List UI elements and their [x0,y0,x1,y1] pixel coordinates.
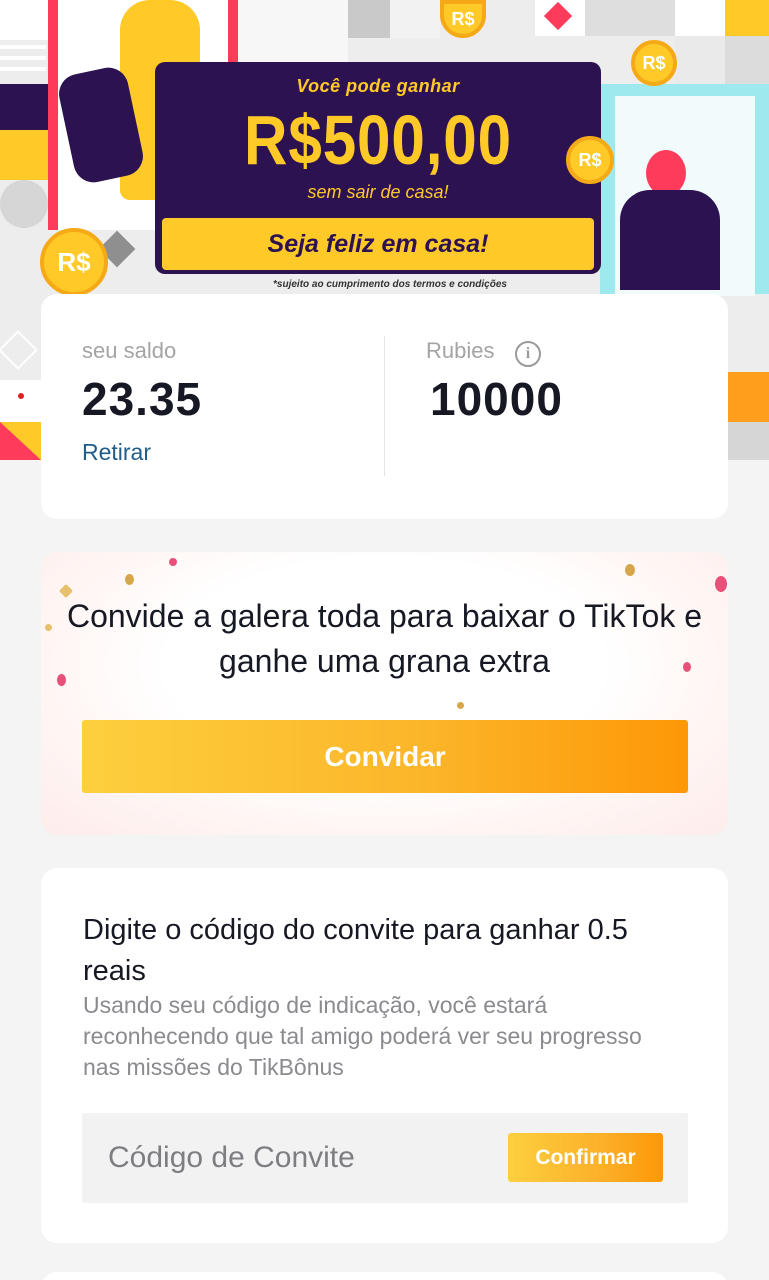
banner-decoration [675,0,725,36]
promo-disclaimer: *sujeito ao cumprimento dos termos e con… [273,279,507,290]
confetti-decoration [125,574,134,585]
rubies-value: 10000 [430,373,563,425]
invite-message: Convide a galera toda para baixar o TikT… [66,598,703,679]
confetti-decoration [457,702,464,709]
confetti-decoration [715,576,727,592]
balance-card: seu saldo 23.35 Retirar Rubies i 10000 [41,294,728,519]
banner-decoration [238,0,348,62]
banner-decoration [585,0,675,36]
banner-decoration [0,0,48,40]
next-card [41,1272,728,1280]
banner-decoration [0,380,41,422]
person-illustration [620,190,720,290]
banner-decoration [675,36,725,84]
coin-icon: R$ [440,0,486,38]
confetti-decoration [625,564,635,576]
coin-icon: R$ [40,228,108,296]
rubies-label: Rubies [426,338,495,363]
withdraw-link[interactable]: Retirar [82,439,151,466]
balance-divider [384,336,385,476]
invite-code-field: Confirmar [82,1113,688,1203]
banner-decoration [725,36,769,84]
invite-code-description: Usando seu código de indicação, você est… [83,992,642,1080]
banner-decoration [0,84,48,130]
banner-decoration [48,0,58,230]
confirm-button[interactable]: Confirmar [508,1133,663,1182]
banner-decoration [0,130,48,180]
banner-decoration [0,180,48,228]
banner-decoration [348,0,390,38]
invite-code-input[interactable] [82,1113,502,1203]
menu-icon[interactable] [0,38,56,84]
invite-card: Convide a galera toda para baixar o TikT… [41,552,728,835]
confetti-decoration [169,558,177,566]
confetti-decoration [45,624,52,631]
banner-decoration [0,330,38,370]
banner-decoration [728,372,769,422]
banner-decoration [390,0,440,38]
invite-code-card: Digite o código do convite para ganhar 0… [41,868,728,1243]
banner-decoration [18,393,24,399]
promo-subheadline: sem sair de casa! [307,182,449,202]
invite-button[interactable]: Convidar [82,720,688,793]
promo-headline: Você pode ganhar [296,76,460,96]
invite-code-title: Digite o código do convite para ganhar 0… [83,914,628,987]
promo-slogan: Seja feliz em casa! [267,230,489,258]
coin-icon: R$ [566,136,614,184]
coin-icon: R$ [631,40,677,86]
promo-amount: R$500,00 [244,101,512,179]
banner-decoration [0,422,41,460]
balance-value: 23.35 [82,373,203,425]
balance-label: seu saldo [82,338,177,363]
banner-decoration [728,422,769,460]
banner-decoration [725,0,769,36]
info-icon[interactable]: i [515,341,541,367]
